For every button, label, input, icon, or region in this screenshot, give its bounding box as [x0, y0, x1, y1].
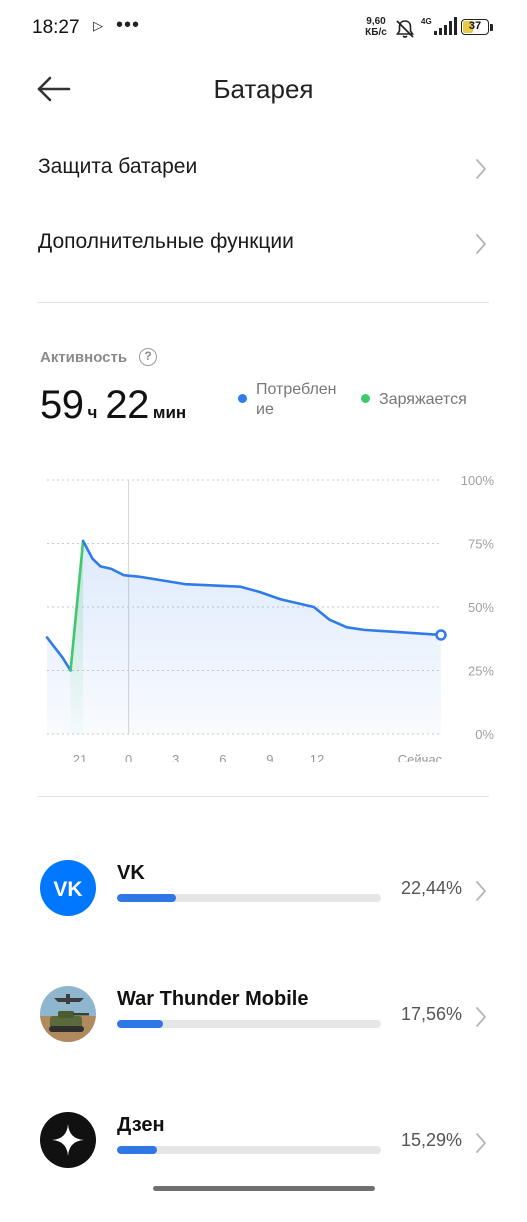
battery-chart[interactable]: 100% 75% 50% 25% 0% 21 0 3 6 9 12 Сейчас — [0, 462, 527, 762]
charging-legend-dot — [361, 394, 370, 403]
battery-protection-row[interactable]: Защита батареи — [0, 139, 527, 199]
more-notifications-icon: ••• — [116, 14, 141, 36]
usage-bar — [117, 894, 381, 902]
network-speed: 9,60 КБ/с — [365, 16, 387, 38]
battery-tip — [490, 24, 493, 31]
battery-icon: 37 — [461, 19, 489, 35]
usage-percent: 22,44% — [400, 878, 462, 898]
page-title: Батарея — [213, 74, 314, 104]
usage-bar-fill — [117, 894, 177, 902]
chevron-right-icon — [476, 1133, 486, 1153]
usage-bar — [117, 1146, 381, 1154]
minutes-value: 22 — [105, 383, 149, 427]
chevron-right-icon — [476, 159, 486, 179]
y-tick-label: 50% — [468, 600, 494, 615]
x-tick-label: 21 — [73, 752, 87, 762]
status-bar: 18:27 ▷ ••• 9,60 КБ/с 4G 37 — [0, 0, 527, 58]
hours-value: 59 — [40, 383, 84, 427]
activity-label: Активность — [40, 349, 128, 366]
signal-icon: 4G — [421, 17, 457, 35]
usage-percent: 17,56% — [400, 1004, 462, 1024]
app-row-dzen[interactable]: Дзен 15,29% — [0, 1112, 527, 1222]
y-tick-label: 0% — [475, 727, 494, 742]
hours-unit: ч — [87, 403, 98, 422]
usage-bar — [117, 1020, 381, 1028]
chart-area — [47, 540, 441, 734]
charging-legend-label: Заряжается — [379, 391, 467, 408]
y-tick-label: 25% — [468, 664, 494, 679]
vk-icon: VK — [40, 860, 96, 916]
war-thunder-icon — [40, 986, 96, 1042]
minutes-unit: мин — [152, 403, 187, 422]
chevron-right-icon — [476, 1007, 486, 1027]
x-tick-label: 6 — [219, 752, 226, 762]
current-level-point — [435, 629, 447, 641]
y-tick-label: 100% — [461, 473, 495, 488]
network-type: 4G — [421, 17, 432, 26]
app-row-war-thunder[interactable]: War Thunder Mobile 17,56% — [0, 986, 527, 1096]
send-icon: ▷ — [93, 18, 103, 33]
usage-bar-fill — [117, 1146, 158, 1154]
svg-text:VK: VK — [53, 878, 82, 901]
x-tick-label: 3 — [172, 752, 179, 762]
usage-percent: 15,29% — [400, 1130, 462, 1150]
additional-features-label: Дополнительные функции — [38, 230, 294, 253]
y-tick-label: 75% — [468, 537, 494, 552]
chevron-right-icon — [476, 234, 486, 254]
additional-features-row[interactable]: Дополнительные функции — [0, 214, 527, 274]
x-tick-label: 9 — [266, 752, 273, 762]
status-time: 18:27 — [32, 17, 80, 38]
chevron-right-icon — [476, 881, 486, 901]
usage-bar-fill — [117, 1020, 164, 1028]
dzen-icon — [40, 1112, 96, 1168]
consumption-legend-dot — [238, 394, 247, 403]
battery-protection-label: Защита батареи — [38, 155, 198, 178]
activity-duration: 59 ч 22 мин — [40, 383, 194, 428]
consumption-legend-label: Потреблен ие — [256, 381, 337, 418]
silent-bell-icon — [396, 20, 414, 38]
app-name: Дзен — [117, 1114, 165, 1136]
x-tick-label: 12 — [310, 752, 324, 762]
app-name: War Thunder Mobile — [117, 988, 309, 1010]
home-indicator[interactable] — [153, 1186, 375, 1191]
x-tick-label: Сейчас — [398, 752, 443, 762]
help-icon[interactable]: ? — [139, 348, 157, 366]
app-name: VK — [117, 862, 145, 884]
app-row-vk[interactable]: VK VK 22,44% — [0, 860, 527, 970]
divider — [38, 796, 489, 797]
divider — [38, 302, 489, 303]
battery-level: 37 — [468, 20, 482, 32]
x-tick-label: 0 — [125, 752, 132, 762]
